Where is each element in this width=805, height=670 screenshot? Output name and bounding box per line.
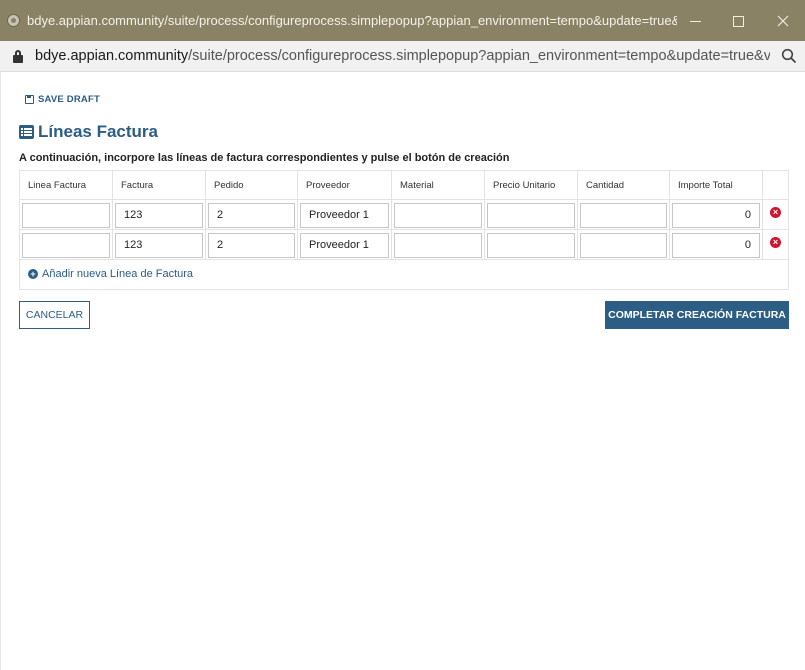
window-border xyxy=(0,72,1,670)
factura-input[interactable]: 123 xyxy=(115,233,203,258)
invoice-lines-grid: Linea Factura Factura Pedido Proveedor Mater… xyxy=(19,170,789,290)
grid-header-row: Linea Factura Factura Pedido Proveedor Mater… xyxy=(20,171,788,200)
grid-cell xyxy=(485,200,578,230)
table-row: 123 2 Proveedor 1 0 × xyxy=(20,200,788,230)
maximize-button[interactable] xyxy=(726,9,750,33)
grid-cell xyxy=(392,230,485,260)
grid-cell: Proveedor 1 xyxy=(298,230,392,260)
material-input[interactable] xyxy=(394,233,482,258)
plus-circle-icon: + xyxy=(28,269,38,279)
grid-cell xyxy=(20,200,113,230)
column-header: Factura xyxy=(113,171,206,200)
column-header: Linea Factura xyxy=(20,171,113,200)
list-icon xyxy=(19,125,34,139)
grid-cell xyxy=(578,230,670,260)
proveedor-input[interactable]: Proveedor 1 xyxy=(300,203,389,228)
linea-factura-input[interactable] xyxy=(22,233,110,258)
precio-unitario-input[interactable] xyxy=(487,233,575,258)
importe-total-input[interactable]: 0 xyxy=(672,203,760,228)
add-invoice-line-link[interactable]: + Añadir nueva Línea de Factura xyxy=(28,268,193,280)
factura-input[interactable]: 123 xyxy=(115,203,203,228)
linea-factura-input[interactable] xyxy=(22,203,110,228)
grid-cell xyxy=(392,200,485,230)
minimize-button[interactable] xyxy=(683,9,707,33)
lock-icon[interactable] xyxy=(13,50,23,63)
precio-unitario-input[interactable] xyxy=(487,203,575,228)
save-draft-label: SAVE DRAFT xyxy=(38,94,100,105)
cantidad-input[interactable] xyxy=(580,233,667,258)
site-favicon-icon xyxy=(7,14,20,27)
cantidad-input[interactable] xyxy=(580,203,667,228)
grid-cell: Proveedor 1 xyxy=(298,200,392,230)
column-header: Material xyxy=(392,171,485,200)
pedido-input[interactable]: 2 xyxy=(208,233,295,258)
column-header: Cantidad xyxy=(578,171,670,200)
url-host: bdye.appian.community xyxy=(35,48,189,64)
grid-cell: 0 xyxy=(670,230,763,260)
url-path: /suite/process/configureprocess.simplepo… xyxy=(188,48,770,64)
importe-total-input[interactable]: 0 xyxy=(672,233,760,258)
close-icon xyxy=(777,15,789,27)
search-icon[interactable] xyxy=(781,48,797,64)
remove-row-icon[interactable]: × xyxy=(770,207,781,218)
grid-cell: 123 xyxy=(113,230,206,260)
minimize-icon xyxy=(689,20,701,22)
address-bar[interactable]: bdye.appian.community/suite/process/conf… xyxy=(0,41,805,72)
complete-invoice-button[interactable]: COMPLETAR CREACIÓN FACTURA xyxy=(605,301,789,329)
column-header: Pedido xyxy=(206,171,298,200)
grid-cell xyxy=(578,200,670,230)
section-header: Líneas Factura xyxy=(19,122,158,142)
url-text[interactable]: bdye.appian.community/suite/process/conf… xyxy=(35,48,770,64)
grid-cell: 123 xyxy=(113,200,206,230)
cancel-button[interactable]: CANCELAR xyxy=(19,301,90,329)
material-input[interactable] xyxy=(394,203,482,228)
grid-cell: 2 xyxy=(206,230,298,260)
page-title: Líneas Factura xyxy=(38,122,158,141)
pedido-input[interactable]: 2 xyxy=(208,203,295,228)
floppy-disk-icon xyxy=(25,95,34,104)
grid-cell: 2 xyxy=(206,200,298,230)
grid-cell xyxy=(485,230,578,260)
close-window-button[interactable] xyxy=(771,9,795,33)
window-titlebar: bdye.appian.community/suite/process/conf… xyxy=(0,0,805,41)
add-invoice-line-label: Añadir nueva Línea de Factura xyxy=(42,268,194,280)
proveedor-input[interactable]: Proveedor 1 xyxy=(300,233,389,258)
maximize-icon xyxy=(732,15,744,27)
column-header: Proveedor xyxy=(298,171,392,200)
remove-row-icon[interactable]: × xyxy=(770,237,781,248)
table-row: 123 2 Proveedor 1 0 × xyxy=(20,230,788,260)
grid-cell: 0 xyxy=(670,200,763,230)
window-title: bdye.appian.community/suite/process/conf… xyxy=(27,13,677,28)
instructions-text: A continuación, incorpore las líneas de … xyxy=(19,152,510,164)
column-header: Importe Total xyxy=(670,171,763,200)
save-draft-button[interactable]: SAVE DRAFT xyxy=(25,94,100,105)
column-header: Precio Unitario xyxy=(485,171,578,200)
grid-cell xyxy=(20,230,113,260)
